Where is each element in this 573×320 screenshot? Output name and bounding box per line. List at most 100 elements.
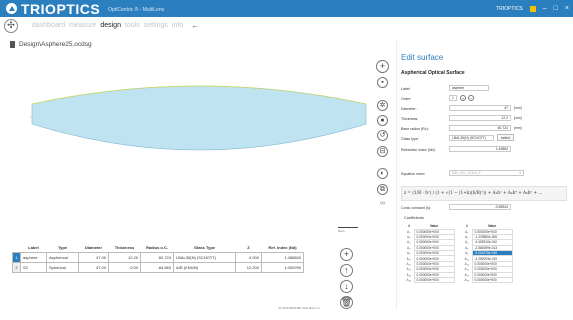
panel-divider: [396, 40, 397, 310]
glass-type-row: Glass type:: [401, 136, 419, 141]
nav-measure[interactable]: measure: [69, 22, 96, 29]
undo-icon: ↺: [379, 132, 386, 139]
cell-z: 0.000: [235, 251, 262, 263]
col-glass: Glass Type: [193, 245, 216, 251]
cell-radius[interactable]: -84.563: [140, 261, 174, 273]
table-row: A₁₈ 0.000000e+000 A₁₉ 0.000000e+000: [404, 276, 513, 284]
delete-button[interactable]: ▪: [377, 77, 388, 88]
main-nav: ✣ dashboard measure design tools setting…: [0, 17, 573, 34]
camera-button[interactable]: ●: [377, 115, 388, 126]
surface-type-heading: Aspherical Optical Surface: [401, 70, 465, 76]
chevron-down-icon: ▾: [519, 171, 521, 175]
table-row[interactable]: 1 asphere Aspherical 47.00 12.20 60.724 …: [12, 251, 304, 263]
footnote: Air (KNUM/AFRE VALUES) nm: [278, 306, 320, 310]
cell-label[interactable]: asphere: [20, 251, 47, 263]
cell-glass[interactable]: AIR (KNUM): [173, 261, 236, 273]
link-icon: ∞: [380, 200, 385, 207]
move-up-button[interactable]: ↑: [340, 264, 353, 277]
cell-ref-index: 1.000290: [261, 261, 304, 273]
minimize-icon[interactable]: –: [543, 5, 547, 12]
close-icon[interactable]: ×: [565, 5, 569, 12]
copy-button[interactable]: ⧉: [377, 184, 388, 195]
arrow-left-icon[interactable]: ←: [191, 21, 199, 30]
nav-tools[interactable]: tools: [125, 22, 140, 29]
gear-icon: ✲: [379, 102, 386, 109]
maximize-icon[interactable]: □: [554, 5, 558, 12]
diameter-field[interactable]: 47: [449, 105, 511, 111]
app-menu-icon[interactable]: ✣: [4, 18, 18, 33]
diameter-row: Diameter:: [401, 106, 417, 111]
equation-norm-select[interactable]: DIN_ISO_10110_E ▾: [449, 170, 524, 176]
base-radius-row: Base radius (Rc):: [401, 126, 429, 131]
move-down-button[interactable]: ↓: [340, 280, 353, 293]
cell-glass[interactable]: LBAL35(N) (SCHOTT): [173, 251, 236, 263]
nav-settings[interactable]: settings: [144, 22, 168, 29]
cell-ref-index: 1.458840: [261, 251, 304, 263]
import-icon: ⊟: [379, 148, 386, 155]
lens-icon: ◐: [380, 170, 385, 177]
coef-key: A₁₈: [406, 278, 412, 283]
plus-icon: +: [461, 95, 465, 101]
thickness-row: Thickness:: [401, 116, 419, 121]
cell-diameter[interactable]: 47.00: [78, 261, 109, 273]
conic-constant-field[interactable]: -0.65944: [449, 204, 511, 210]
surface-table: Label Type Diameter Thickness Radius o.C…: [12, 244, 304, 273]
nav-dashboard[interactable]: dashboard: [32, 22, 65, 29]
scale-bar-label: 5mm: [338, 229, 345, 233]
glass-type-field[interactable]: LBAL35(N) (SCHOTT): [449, 135, 494, 141]
coef-value[interactable]: 0.000000e+000: [471, 276, 513, 284]
order-decrement-button[interactable]: −: [468, 95, 474, 101]
equation-norm-row: Equation norm:: [401, 171, 426, 176]
col-radius: Radius o.C.: [145, 245, 168, 251]
brand-name: TRIOPTICS: [21, 0, 101, 17]
camera-icon: ●: [380, 117, 385, 124]
link-button[interactable]: ∞: [377, 198, 388, 209]
undo-button[interactable]: ↺: [377, 130, 388, 141]
order-field[interactable]: 1: [449, 95, 457, 101]
label-field[interactable]: asphere: [449, 85, 489, 91]
arrow-down-icon: ↓: [344, 281, 349, 291]
col-diameter: Diameter: [84, 245, 103, 251]
label-row: Label: [401, 86, 410, 91]
thickness-field[interactable]: 12.2: [449, 115, 511, 121]
refractive-index-field: 1.45884: [449, 146, 511, 152]
cell-diameter[interactable]: 47.00: [78, 251, 109, 263]
row-number: 1: [12, 251, 21, 263]
table-row[interactable]: 2 S2 Spherical 47.00 0.00 -84.563 AIR (K…: [12, 261, 304, 273]
notification-icon[interactable]: [529, 5, 536, 12]
cell-label[interactable]: S2: [20, 261, 47, 273]
scale-bar-line: [338, 227, 358, 228]
cell-thickness[interactable]: 12.20: [108, 251, 141, 263]
thickness-unit: [mm]: [514, 116, 522, 120]
document-icon: [10, 41, 15, 48]
user-label[interactable]: TRIOPTICS: [496, 6, 523, 12]
plus-icon: +: [379, 61, 386, 71]
cell-type[interactable]: Aspherical: [46, 251, 79, 263]
add-surface-button[interactable]: +: [340, 248, 353, 261]
order-increment-button[interactable]: +: [460, 95, 466, 101]
file-path: Design\Asphere25.ocdsg: [10, 41, 92, 48]
plus-icon: +: [343, 249, 350, 259]
minus-icon: −: [469, 95, 473, 101]
cell-type[interactable]: Spherical: [46, 261, 79, 273]
cell-thickness[interactable]: 0.00: [108, 261, 141, 273]
delete-surface-button[interactable]: 🗑: [340, 296, 353, 309]
trash-icon: 🗑: [340, 297, 353, 307]
settings-button[interactable]: ✲: [377, 100, 388, 111]
cell-radius[interactable]: 60.724: [140, 251, 174, 263]
add-button[interactable]: +: [376, 60, 389, 73]
window-subtitle: OptiCentric ® - MultiLens: [108, 7, 165, 13]
nav-info[interactable]: info: [172, 22, 183, 29]
base-radius-field[interactable]: 60.724: [449, 125, 511, 131]
col-type: Type: [57, 245, 68, 251]
col-label: Label: [28, 245, 39, 251]
nav-design[interactable]: design: [100, 22, 121, 29]
order-row: Order:: [401, 96, 412, 101]
coefficients-title: Coefficients: [404, 216, 424, 220]
lens-button[interactable]: ◐: [377, 168, 388, 179]
select-glass-button[interactable]: select: [497, 134, 514, 141]
spacer: [454, 278, 462, 283]
import-button[interactable]: ⊟: [377, 146, 388, 157]
title-bar: TRIOPTICS OptiCentric ® - MultiLens TRIO…: [0, 0, 573, 17]
coef-value[interactable]: 0.000000e+000: [413, 276, 455, 284]
